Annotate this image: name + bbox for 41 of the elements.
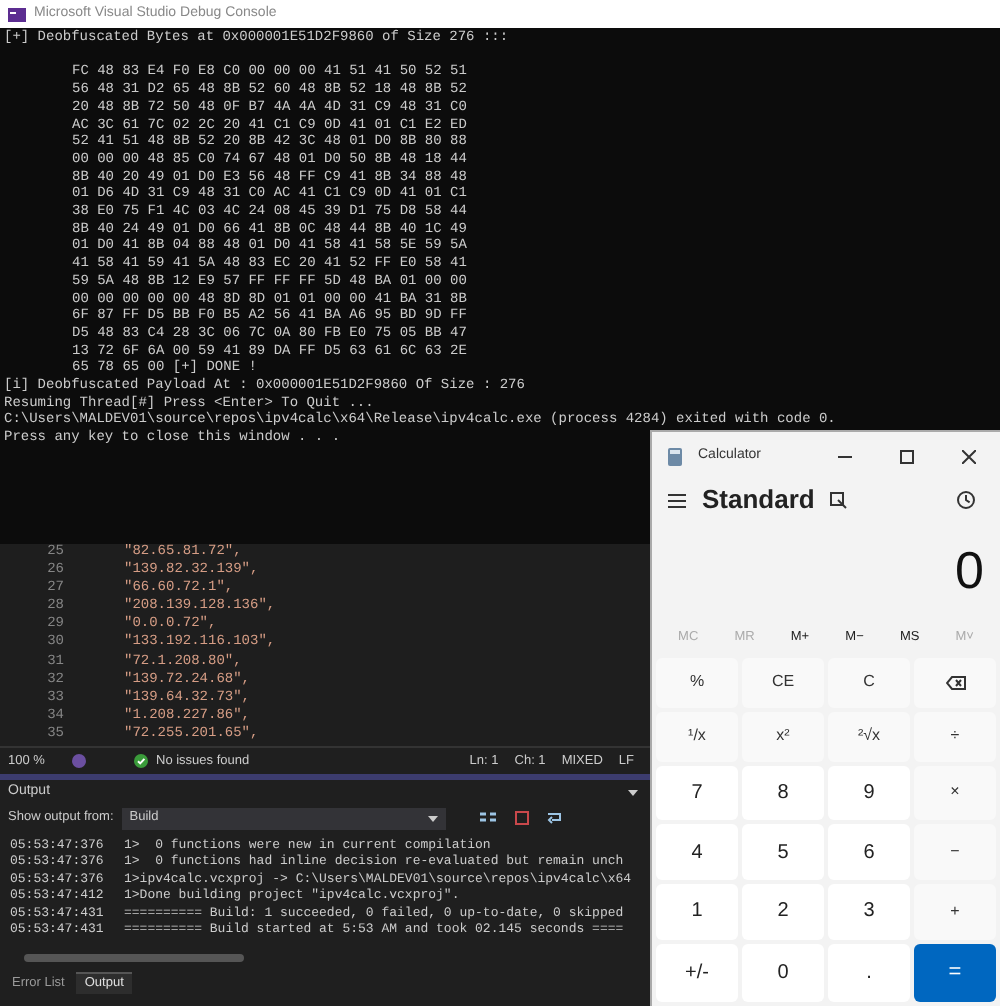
backspace-icon xyxy=(945,675,965,690)
wrap-icon[interactable] xyxy=(545,810,562,826)
calculator-key[interactable]: 2 xyxy=(742,884,824,940)
calculator-key[interactable]: = xyxy=(914,943,996,1002)
calculator-icon xyxy=(668,448,682,466)
calculator-key[interactable]: 0 xyxy=(742,943,824,1002)
calculator-key[interactable]: ¹/x xyxy=(656,711,738,761)
calculator-key[interactable]: × xyxy=(914,765,996,821)
calculator-key[interactable]: − xyxy=(914,824,996,880)
calculator-key[interactable]: + xyxy=(914,884,996,940)
maximize-icon[interactable] xyxy=(900,450,914,464)
dropdown-icon[interactable] xyxy=(628,789,638,795)
calculator-key[interactable]: % xyxy=(656,658,738,708)
calculator-key[interactable]: ²√x xyxy=(828,711,910,761)
calculator-key[interactable]: 5 xyxy=(742,824,824,880)
calculator-key[interactable]: 9 xyxy=(828,765,910,821)
calculator-key[interactable]: 6 xyxy=(828,824,910,880)
backspace-button[interactable] xyxy=(914,658,996,708)
calculator-key[interactable]: 4 xyxy=(656,824,738,880)
result-display: 0 xyxy=(955,537,984,603)
console-icon xyxy=(8,7,26,21)
calculator-key[interactable]: 3 xyxy=(828,884,910,940)
horizontal-scrollbar[interactable] xyxy=(24,954,244,963)
keep-on-top-icon[interactable] xyxy=(830,491,849,509)
calculator-key[interactable]: C xyxy=(828,658,910,708)
menu-icon[interactable] xyxy=(668,493,686,507)
calculator-key[interactable]: +/- xyxy=(656,943,738,1002)
toolbar-icon[interactable] xyxy=(477,810,498,826)
calculator-key[interactable]: CE xyxy=(742,658,824,708)
calculator-key[interactable]: ÷ xyxy=(914,711,996,761)
calculator-key[interactable]: x² xyxy=(742,711,824,761)
calculator-key[interactable]: 1 xyxy=(656,884,738,940)
close-icon[interactable] xyxy=(962,450,976,464)
check-icon xyxy=(134,754,148,768)
caret-icon xyxy=(427,815,438,821)
mode-title: Standard xyxy=(702,482,815,519)
history-icon[interactable] xyxy=(956,490,976,510)
calculator-key[interactable]: . xyxy=(828,943,910,1002)
status-icon xyxy=(72,754,86,768)
calculator-key[interactable]: 7 xyxy=(656,765,738,821)
calculator-key[interactable]: 8 xyxy=(742,765,824,821)
